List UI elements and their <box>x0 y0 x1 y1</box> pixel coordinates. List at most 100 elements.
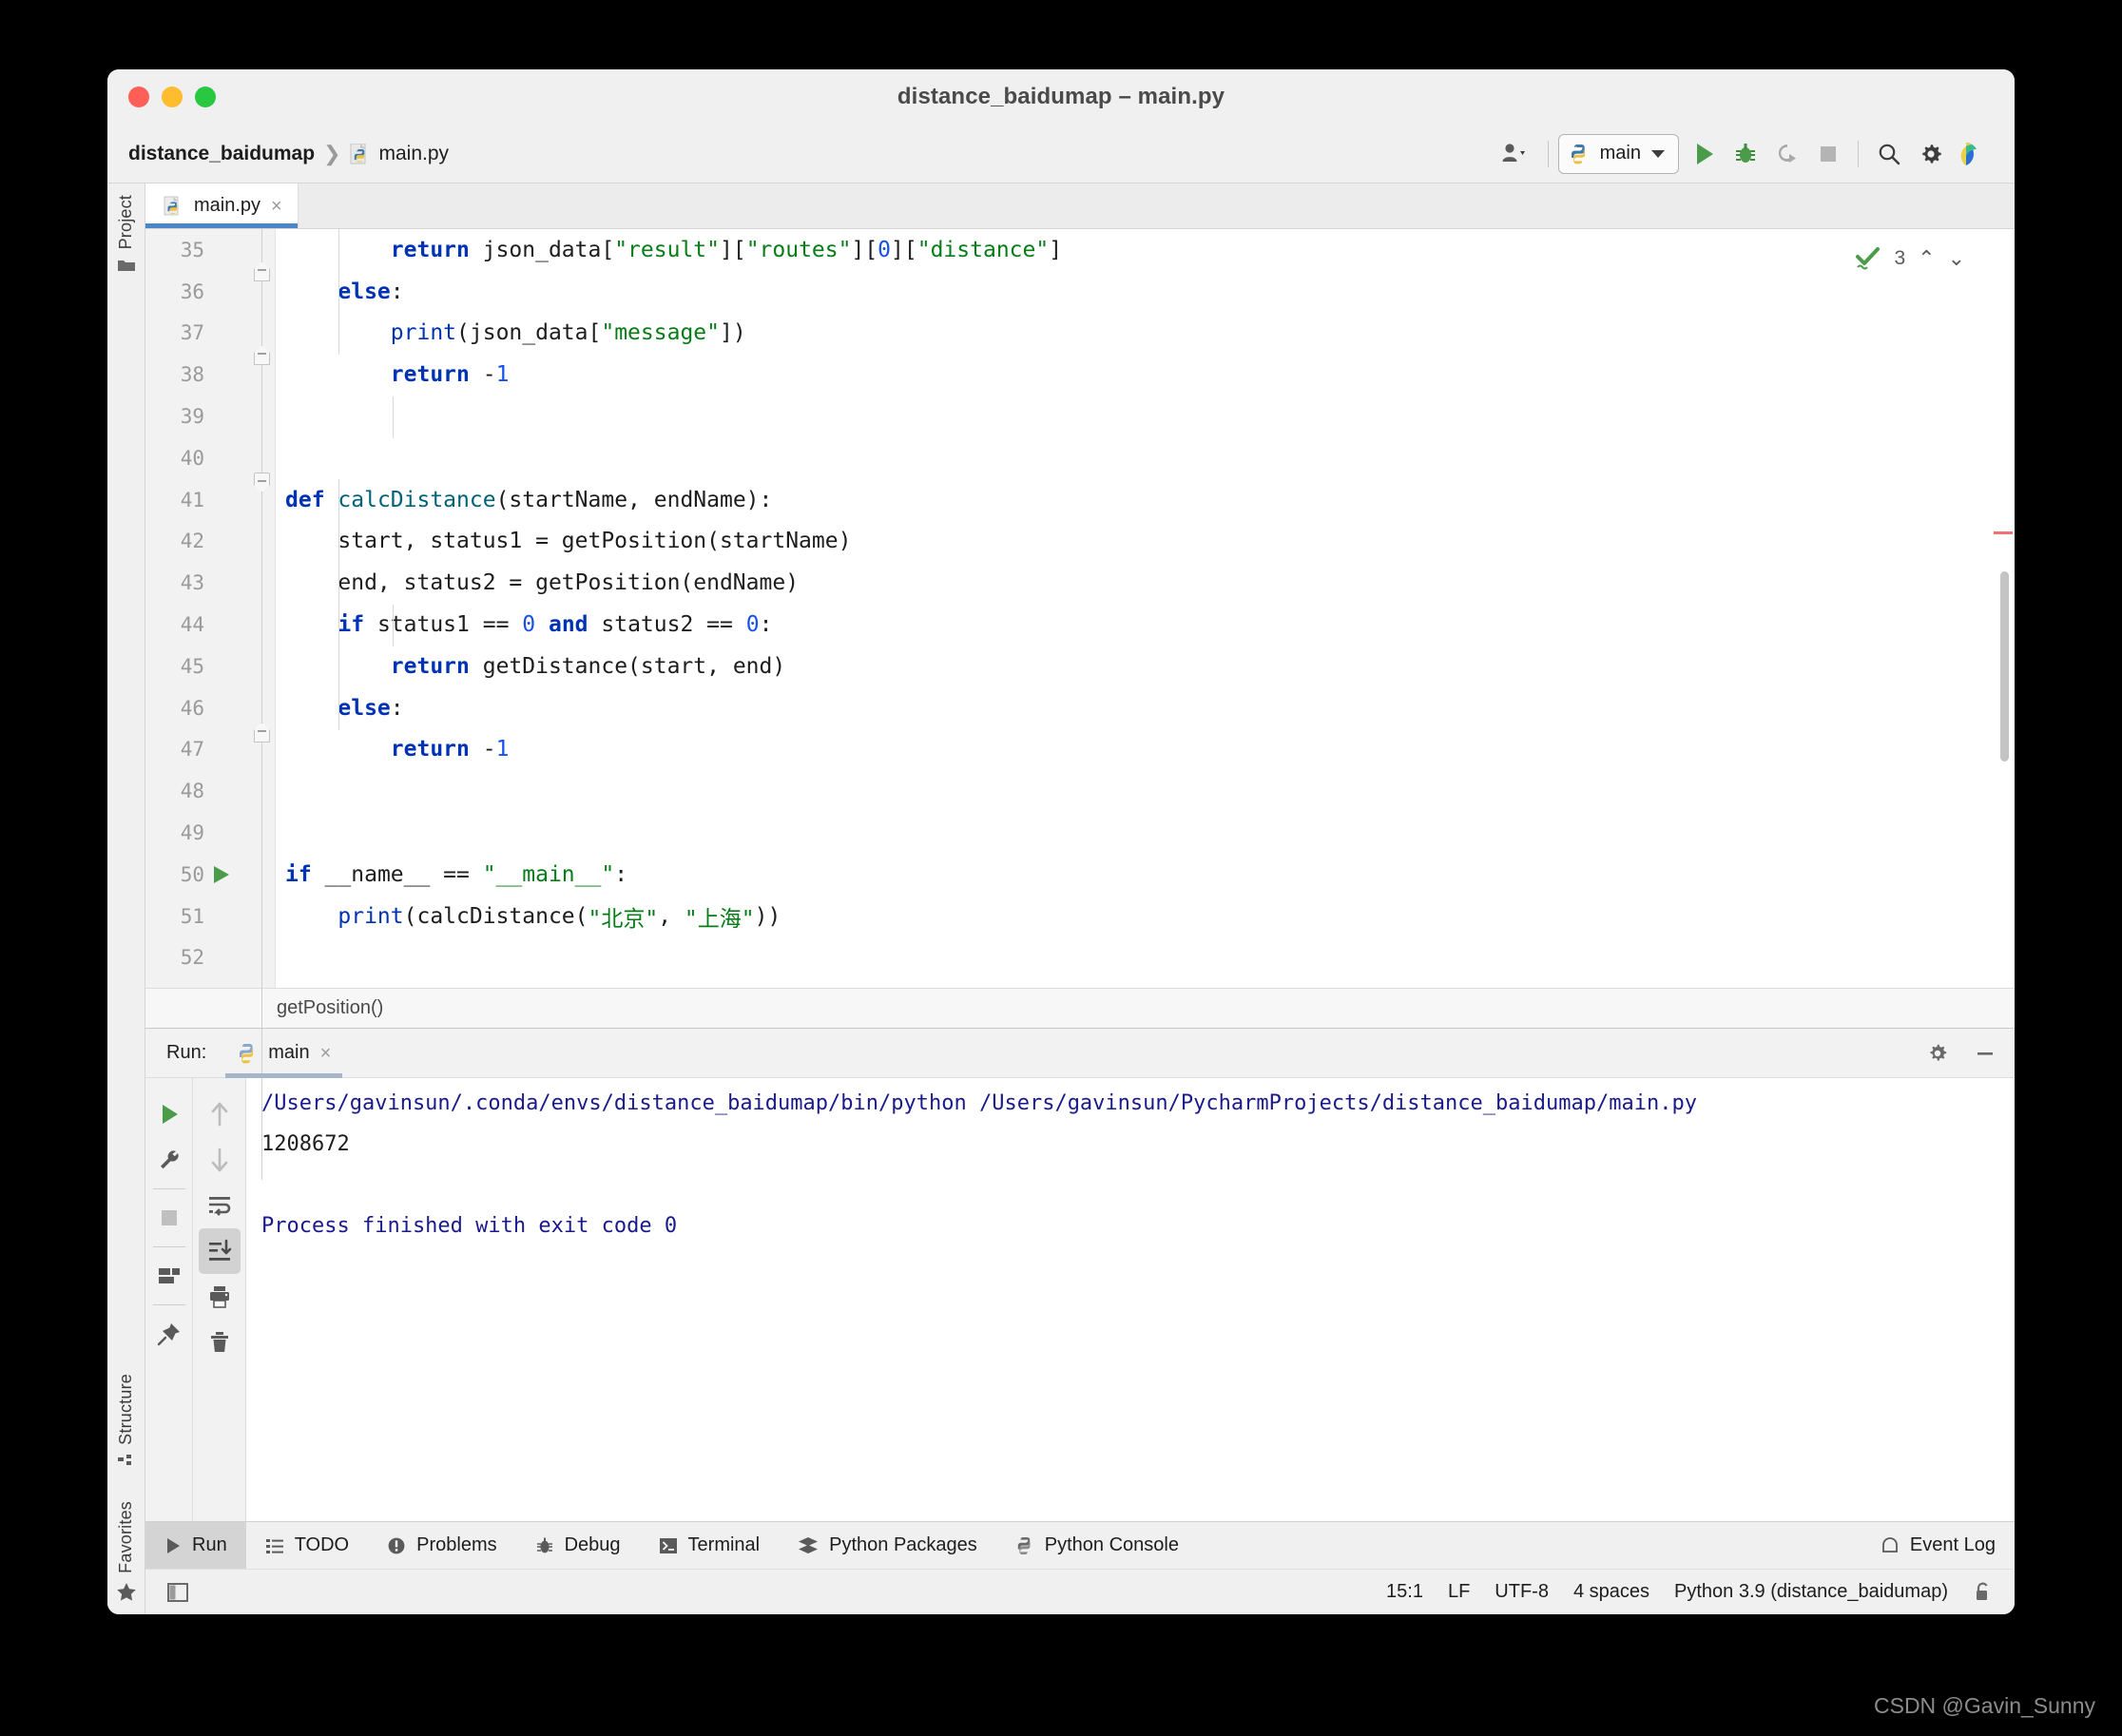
code-line[interactable]: else: <box>276 687 2015 729</box>
code-line[interactable] <box>276 812 2015 854</box>
main-body: Project Structure <box>107 183 2015 1614</box>
run-with-coverage-icon[interactable] <box>1766 133 1808 175</box>
fold-marker-end[interactable] <box>254 345 270 365</box>
tool-window-event-log[interactable]: Event Log <box>1862 1522 2015 1569</box>
debug-icon[interactable] <box>1725 133 1766 175</box>
sidebar-item-structure[interactable]: Structure <box>116 1374 136 1469</box>
code-line[interactable]: print(calcDistance("北京", "上海")) <box>276 896 2015 937</box>
toolbar-divider-2 <box>1858 141 1859 167</box>
trash-icon[interactable] <box>199 1320 241 1365</box>
fold-marker-end[interactable] <box>254 723 270 743</box>
code-line[interactable] <box>276 770 2015 812</box>
caret-position[interactable]: 15:1 <box>1386 1581 1423 1603</box>
code-line[interactable]: def calcDistance(startName, endName): <box>276 479 2015 521</box>
tool-window-label: Debug <box>565 1534 621 1556</box>
console-line[interactable]: /Users/gavinsun/.conda/envs/distance_bai… <box>261 1091 2015 1132</box>
code-line[interactable]: return -1 <box>276 729 2015 771</box>
tool-window-terminal[interactable]: Terminal <box>640 1522 780 1569</box>
code-token: )) <box>755 904 781 929</box>
rerun-icon[interactable] <box>148 1091 190 1137</box>
python-icon <box>1015 1536 1034 1555</box>
file-encoding[interactable]: UTF-8 <box>1495 1581 1549 1603</box>
soft-wrap-icon[interactable] <box>199 1183 241 1228</box>
scroll-to-end-icon[interactable] <box>199 1228 241 1274</box>
close-icon[interactable]: × <box>271 197 282 216</box>
run-tab-main[interactable]: main × <box>225 1029 342 1078</box>
code-line[interactable]: else: <box>276 271 2015 313</box>
editor-tab-main-py[interactable]: main.py × <box>145 183 299 228</box>
tool-window-python-packages[interactable]: Python Packages <box>779 1522 996 1569</box>
wrench-icon[interactable] <box>148 1137 190 1183</box>
layout-toggle-icon[interactable] <box>166 1581 189 1604</box>
tool-window-debug[interactable]: Debug <box>516 1522 640 1569</box>
code-line[interactable]: return json_data["result"]["routes"][0][… <box>276 229 2015 271</box>
run-icon[interactable] <box>1685 133 1725 175</box>
sidebar-item-favorites[interactable]: Favorites <box>116 1501 137 1601</box>
user-avatar-icon[interactable] <box>1493 133 1538 175</box>
code-line[interactable] <box>276 937 2015 979</box>
gutter-run-icon[interactable] <box>214 866 229 883</box>
print-icon[interactable] <box>199 1274 241 1320</box>
interpreter-selector[interactable]: Python 3.9 (distance_baidumap) <box>1674 1581 1948 1603</box>
code-line[interactable]: print(json_data["message"]) <box>276 313 2015 355</box>
code-line[interactable] <box>276 437 2015 479</box>
code-folding-strip[interactable] <box>250 229 275 988</box>
star-icon <box>116 1582 137 1601</box>
code-token: (calcDistance( <box>404 904 588 929</box>
code-line[interactable]: if __name__ == "__main__": <box>276 854 2015 896</box>
tool-window-todo[interactable]: TODO <box>246 1522 368 1569</box>
sidebar-item-project[interactable]: Project <box>116 195 136 273</box>
code-line[interactable] <box>276 395 2015 437</box>
arrow-down-icon[interactable] <box>199 1137 241 1183</box>
tool-window-python-console[interactable]: Python Console <box>996 1522 1198 1569</box>
code-token: "distance" <box>917 238 1049 262</box>
indent-setting[interactable]: 4 spaces <box>1573 1581 1649 1603</box>
terminal-icon <box>659 1536 678 1555</box>
editor-scrollbar[interactable] <box>2000 571 2009 762</box>
code-token: return <box>391 737 470 762</box>
run-configuration-selector[interactable]: main <box>1558 134 1679 174</box>
code-token: - <box>470 362 496 387</box>
line-number: 49 <box>145 821 204 844</box>
chevron-down-icon[interactable]: ⌄ <box>1948 248 1965 269</box>
line-separator[interactable]: LF <box>1448 1581 1470 1603</box>
code-text-area[interactable]: return json_data["result"]["routes"][0][… <box>275 229 2015 988</box>
tool-window-label: Terminal <box>688 1534 761 1556</box>
run-console-output[interactable]: /Users/gavinsun/.conda/envs/distance_bai… <box>246 1078 2015 1521</box>
arrow-up-icon[interactable] <box>199 1091 241 1137</box>
pin-icon[interactable] <box>148 1311 190 1357</box>
fold-marker-start[interactable] <box>254 473 270 492</box>
fold-marker-end[interactable] <box>254 261 270 281</box>
code-line[interactable]: if status1 == 0 and status2 == 0: <box>276 604 2015 646</box>
code-token: "上海" <box>685 900 755 933</box>
minimize-icon[interactable] <box>1973 1041 1997 1066</box>
search-icon[interactable] <box>1868 133 1910 175</box>
close-icon[interactable]: × <box>320 1044 332 1063</box>
code-line[interactable]: return getDistance(start, end) <box>276 646 2015 687</box>
unlocked-icon[interactable] <box>1973 1581 1994 1604</box>
breadcrumb-project[interactable]: distance_baidumap <box>128 143 315 165</box>
line-number: 39 <box>145 405 204 428</box>
inspection-widget[interactable]: 3 ⌃ ⌄ <box>1855 246 1965 271</box>
tool-window-label: Python Console <box>1045 1534 1179 1556</box>
code-line[interactable]: return -1 <box>276 354 2015 395</box>
settings-gear-icon[interactable] <box>1925 1041 1950 1066</box>
tool-window-label: Event Log <box>1910 1534 1996 1556</box>
line-number: 42 <box>145 530 204 552</box>
code-line[interactable]: end, status2 = getPosition(endName) <box>276 562 2015 604</box>
layout-icon[interactable] <box>148 1253 190 1299</box>
navigation-bar: distance_baidumap ❯ main.py <box>107 125 2015 183</box>
gutter-line: 35 <box>145 229 250 271</box>
chevron-up-icon[interactable]: ⌃ <box>1918 248 1935 269</box>
tool-window-run[interactable]: Run <box>145 1522 246 1569</box>
code-editor[interactable]: 35 36 37 38 39 40 41 42 43 44 45 46 47 4… <box>145 229 2015 988</box>
tool-window-problems[interactable]: Problems <box>368 1522 515 1569</box>
breadcrumb-file[interactable]: main.py <box>379 143 450 165</box>
line-number: 44 <box>145 613 204 636</box>
code-token: if <box>285 862 312 887</box>
code-token <box>285 737 391 762</box>
settings-icon[interactable] <box>1910 133 1952 175</box>
code-line[interactable]: start, status1 = getPosition(startName) <box>276 521 2015 563</box>
ai-assistant-icon[interactable] <box>1952 133 1994 175</box>
editor-breadcrumb[interactable]: getPosition() <box>145 988 2015 1028</box>
